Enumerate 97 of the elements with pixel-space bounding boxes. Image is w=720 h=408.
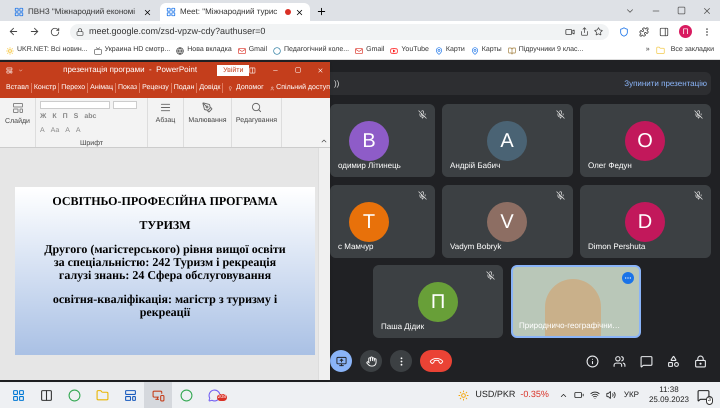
close-icon[interactable] bbox=[295, 8, 304, 16]
slide-text: ОСВІТНЬО-ПРОФЕСІЙНА ПРОГРАМА bbox=[52, 195, 278, 208]
ticker-change: -0.35% bbox=[520, 388, 549, 402]
clock[interactable]: 11:38 25.09.2023 bbox=[648, 385, 689, 405]
present-screen-icon bbox=[336, 356, 346, 366]
mail-icon bbox=[355, 46, 364, 54]
language-indicator[interactable]: УКР bbox=[624, 389, 639, 401]
participant-name: Олег Федун bbox=[588, 160, 632, 172]
call-control-button[interactable] bbox=[420, 350, 452, 372]
network-icon[interactable] bbox=[590, 390, 600, 400]
ticker-pair: USD/PKR bbox=[475, 388, 516, 402]
maximize-icon[interactable] bbox=[295, 66, 302, 74]
tab-title: ПВНЗ "Міжнародний економі bbox=[28, 6, 136, 18]
folder-icon bbox=[656, 46, 665, 55]
lock-icon bbox=[76, 28, 84, 36]
caret-icon[interactable] bbox=[18, 66, 24, 74]
participant-name: с Мамчур bbox=[338, 241, 374, 253]
participant-name: Андрій Бабич bbox=[450, 160, 500, 172]
pen-icon[interactable] bbox=[202, 102, 213, 113]
folder-icon bbox=[96, 388, 108, 402]
globe-icon bbox=[176, 46, 184, 54]
person-icon bbox=[270, 84, 274, 92]
slide-text: галузі знань: 24 Сфера обслуговування bbox=[58, 269, 272, 282]
shapes-icon[interactable] bbox=[667, 354, 680, 368]
presentation-icon bbox=[152, 388, 164, 402]
url-text: meet.google.com/zsd-vpzw-cdy?authuser=0 bbox=[89, 24, 266, 38]
side-panel-icon[interactable] bbox=[659, 26, 669, 36]
font-size-field[interactable] bbox=[113, 101, 137, 109]
lock-icon[interactable] bbox=[694, 354, 707, 368]
extensions-icon[interactable] bbox=[639, 26, 649, 36]
slides-icon[interactable] bbox=[12, 102, 24, 114]
browser-icon bbox=[68, 388, 80, 402]
slide-text: ТУРИЗМ bbox=[139, 219, 191, 232]
browser-tab[interactable]: Meet: "Міжнародний турис bbox=[160, 3, 310, 21]
date-text: 25.09.2023 bbox=[648, 395, 689, 405]
ribbon-display-icon[interactable] bbox=[249, 66, 256, 74]
paragraph-icon[interactable] bbox=[160, 102, 171, 113]
play-icon bbox=[390, 46, 398, 54]
slide-text: Другого (магістерського) рівня вищої освіти bbox=[44, 243, 286, 256]
new-tab-icon[interactable] bbox=[316, 6, 327, 17]
ticker-icon bbox=[458, 390, 470, 400]
forward-icon[interactable] bbox=[29, 26, 40, 37]
avatar: А bbox=[487, 121, 527, 161]
back-icon[interactable] bbox=[8, 26, 19, 37]
camera-icon[interactable] bbox=[565, 26, 575, 36]
scrollbar[interactable] bbox=[318, 148, 330, 380]
browser-icon bbox=[180, 388, 192, 402]
avatar: П bbox=[418, 282, 458, 322]
presentation-label: )) bbox=[334, 78, 340, 90]
participant-name: Vadym Bobryk bbox=[450, 241, 502, 253]
battery-icon[interactable] bbox=[574, 390, 584, 400]
sun-icon bbox=[6, 46, 14, 54]
collapse-ribbon-icon[interactable] bbox=[320, 137, 328, 145]
task-view-icon bbox=[40, 388, 52, 402]
call-control-button[interactable] bbox=[360, 350, 382, 372]
circle-icon bbox=[273, 46, 281, 54]
chat-icon[interactable] bbox=[640, 354, 653, 368]
search-icon[interactable] bbox=[251, 102, 262, 113]
site-icon bbox=[166, 7, 176, 17]
hand-icon bbox=[366, 356, 376, 366]
book-icon bbox=[508, 46, 516, 54]
share-icon[interactable] bbox=[580, 27, 589, 36]
avatar: Т bbox=[349, 202, 389, 242]
windows-icon bbox=[12, 388, 24, 402]
map-pin-icon bbox=[470, 46, 479, 54]
participant-name: Dimon Pershuta bbox=[588, 241, 646, 253]
participant-name: одимир Літинець bbox=[338, 160, 401, 172]
info-icon[interactable] bbox=[586, 354, 599, 368]
volume-icon[interactable] bbox=[606, 390, 616, 400]
map-pin-icon bbox=[434, 46, 443, 54]
stop-presenting-link[interactable]: Зупинити презентацію bbox=[624, 78, 707, 90]
window-title: презентація програми - PowerPoint bbox=[63, 64, 198, 76]
participant-name: Паша Дідик bbox=[381, 321, 424, 333]
notifications-icon[interactable] bbox=[697, 388, 710, 402]
call-control-button[interactable] bbox=[330, 350, 352, 372]
mail-icon bbox=[238, 46, 246, 54]
close-icon[interactable] bbox=[143, 8, 152, 16]
slide-text: освітня-кваліфікація: магістр з туризму і рекреації bbox=[52, 293, 278, 319]
participant-name: Природничо-географічни… bbox=[519, 320, 620, 332]
avatar: V bbox=[487, 202, 527, 242]
slide-text: за спеціальністю: 242 Туризм і рекреація bbox=[54, 256, 276, 269]
people-icon[interactable] bbox=[613, 354, 626, 368]
avatar: В bbox=[349, 121, 389, 161]
site-icon bbox=[14, 7, 24, 17]
avatar: D bbox=[625, 202, 665, 242]
tab-title: Meet: "Міжнародний турис bbox=[180, 6, 278, 18]
options-icon[interactable] bbox=[622, 272, 634, 284]
avatar: О bbox=[625, 121, 665, 161]
profile-avatar[interactable]: П bbox=[679, 25, 692, 38]
shield-icon[interactable] bbox=[619, 26, 629, 36]
reload-icon[interactable] bbox=[50, 26, 60, 36]
time-text: 11:38 bbox=[659, 385, 679, 395]
restore-icon[interactable] bbox=[677, 6, 686, 15]
bookmark-star-icon[interactable] bbox=[594, 27, 603, 36]
address-bar[interactable]: meet.google.com/zsd-vpzw-cdy?authuser=0 bbox=[70, 24, 609, 40]
tv-icon bbox=[94, 46, 102, 54]
font-name-field[interactable] bbox=[40, 101, 110, 109]
